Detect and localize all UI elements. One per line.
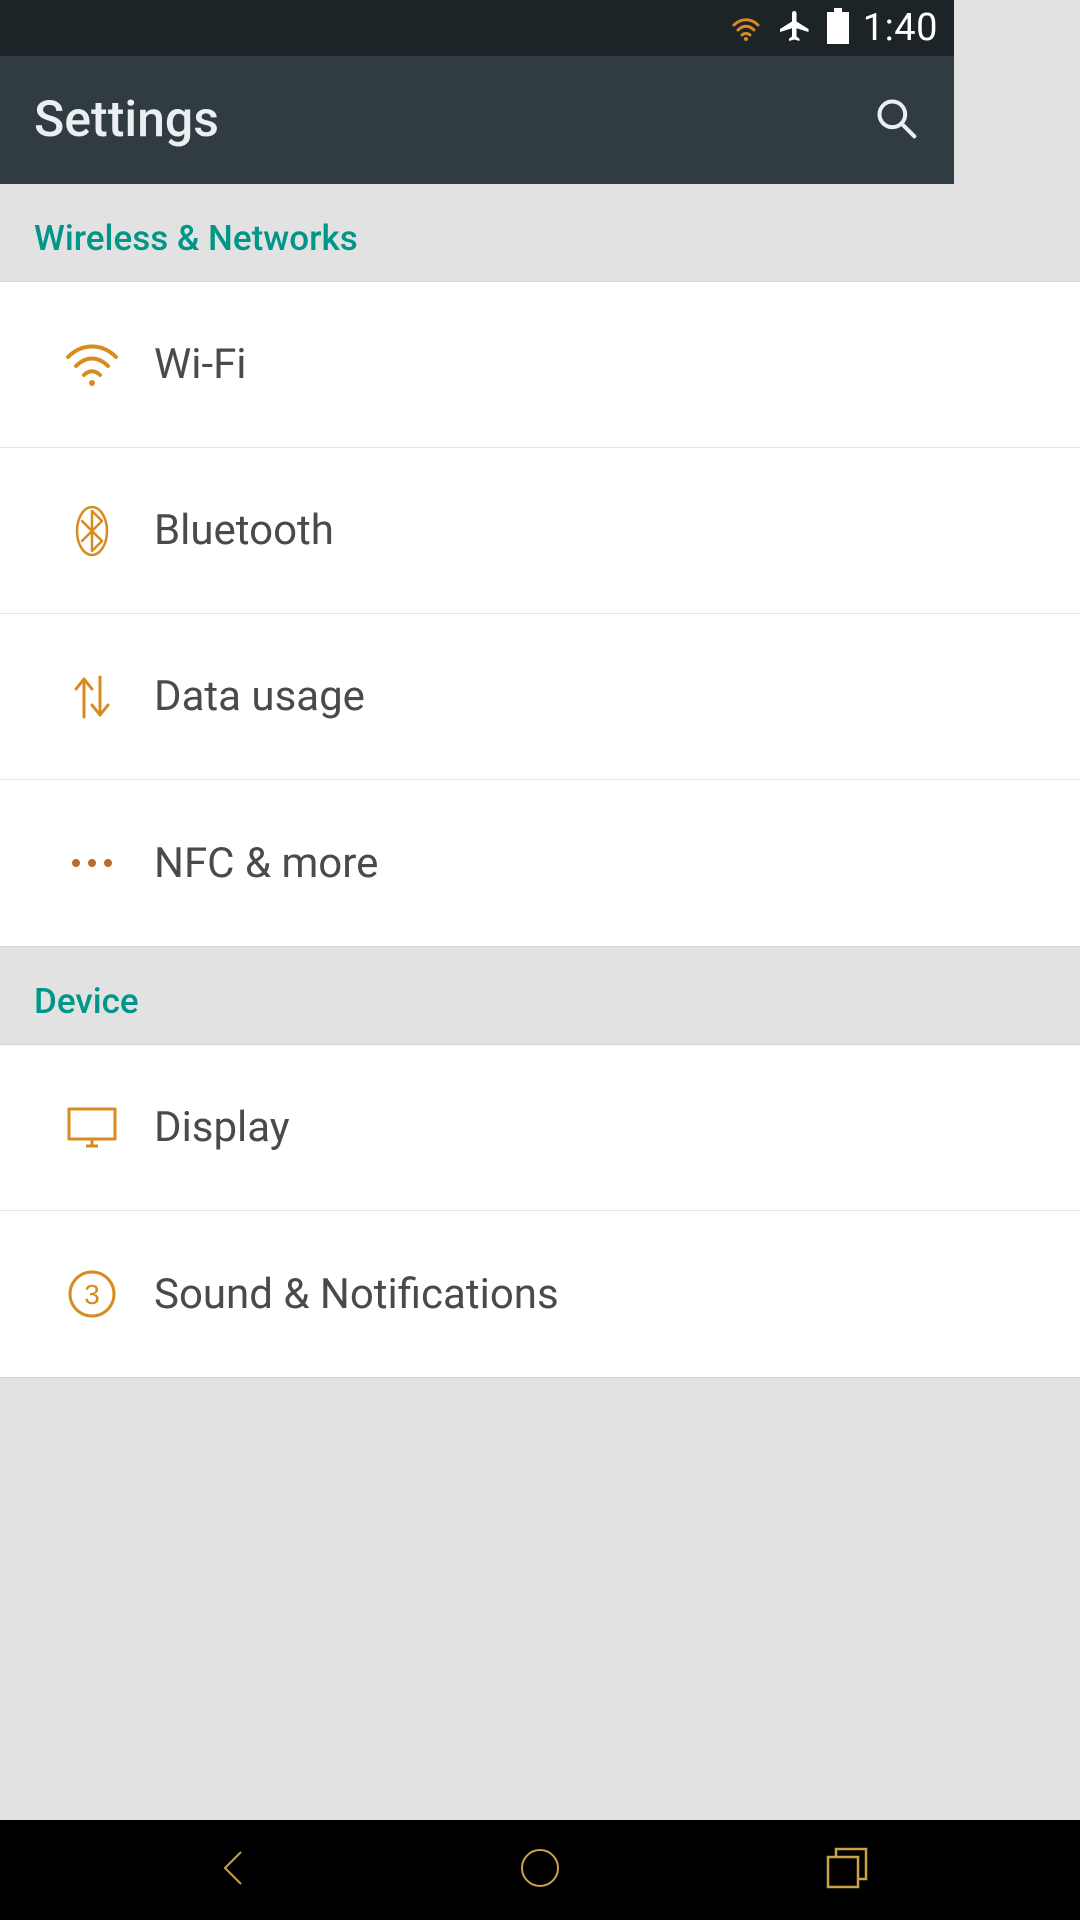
settings-content: Wireless & Networks Wi-Fi Bluetooth [0, 184, 1080, 1820]
status-time: 1:40 [863, 6, 938, 50]
search-button[interactable] [872, 96, 920, 144]
data-usage-icon [30, 671, 154, 723]
bluetooth-icon [30, 505, 154, 557]
display-icon [30, 1106, 154, 1150]
airplane-mode-icon [777, 8, 813, 48]
row-data-usage[interactable]: Data usage [0, 614, 1080, 780]
row-wifi[interactable]: Wi-Fi [0, 282, 1080, 448]
more-horizontal-icon [30, 857, 154, 869]
svg-text:3: 3 [84, 1279, 100, 1310]
row-nfc-more[interactable]: NFC & more [0, 780, 1080, 946]
status-bar: 1:40 [0, 0, 954, 56]
section-list-device: Display 3 Sound & Notifications [0, 1044, 1080, 1378]
app-bar: Settings [0, 56, 954, 184]
row-sound-label: Sound & Notifications [154, 1270, 559, 1319]
battery-icon [827, 8, 849, 48]
section-header-device: Device [0, 947, 1080, 1044]
row-display-label: Display [154, 1103, 290, 1152]
section-list-wireless: Wi-Fi Bluetooth Data usage [0, 281, 1080, 947]
row-wifi-label: Wi-Fi [154, 340, 247, 389]
row-data-usage-label: Data usage [154, 672, 365, 721]
recent-apps-icon [824, 1845, 870, 1895]
nav-recent-button[interactable] [812, 1835, 882, 1905]
back-icon [219, 1848, 247, 1892]
row-bluetooth[interactable]: Bluetooth [0, 448, 1080, 614]
section-header-wireless: Wireless & Networks [0, 184, 1080, 281]
row-nfc-more-label: NFC & more [154, 839, 378, 888]
row-display[interactable]: Display [0, 1045, 1080, 1211]
wifi-icon [30, 343, 154, 387]
home-icon [518, 1846, 562, 1894]
row-sound[interactable]: 3 Sound & Notifications [0, 1211, 1080, 1377]
page-title: Settings [34, 91, 219, 149]
navigation-bar [0, 1820, 1080, 1920]
row-bluetooth-label: Bluetooth [154, 506, 334, 555]
sound-icon: 3 [30, 1268, 154, 1320]
nav-back-button[interactable] [198, 1835, 268, 1905]
wifi-status-icon [729, 15, 763, 41]
nav-home-button[interactable] [505, 1835, 575, 1905]
search-icon [874, 96, 918, 144]
